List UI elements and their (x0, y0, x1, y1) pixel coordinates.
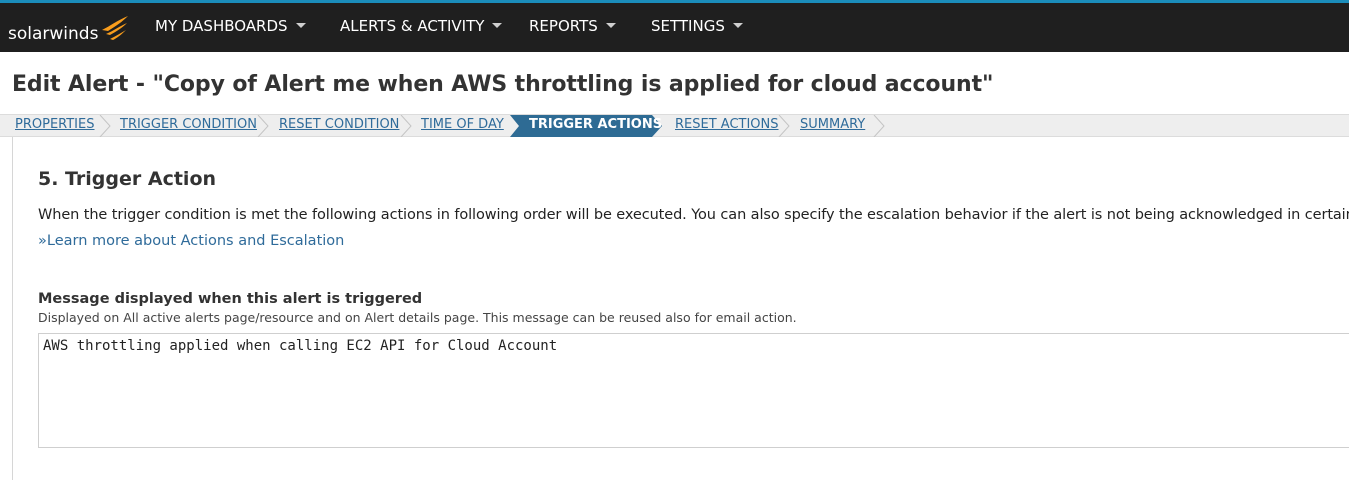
step-separator-icon (99, 115, 111, 137)
step-reset-actions[interactable]: RESET ACTIONS (675, 117, 779, 132)
step-trigger-condition[interactable]: TRIGGER CONDITION (120, 117, 257, 132)
nav-alerts-activity[interactable]: ALERTS & ACTIVITY (340, 17, 503, 35)
solarwinds-bird-icon (102, 16, 128, 40)
step-summary[interactable]: SUMMARY (800, 117, 865, 132)
nav-label: REPORTS (529, 17, 598, 35)
step-reset-condition[interactable]: RESET CONDITION (279, 117, 399, 132)
caret-down-icon (492, 23, 503, 28)
step-separator-icon (873, 115, 885, 137)
step-trigger-actions[interactable]: TRIGGER ACTIONS (510, 115, 664, 137)
step-separator-icon (778, 115, 790, 137)
step-separator-icon (400, 115, 412, 137)
nav-label: MY DASHBOARDS (155, 17, 288, 35)
caret-down-icon (295, 23, 306, 28)
top-nav-bar: solarwinds MY DASHBOARDS ALERTS & ACTIVI… (0, 0, 1349, 52)
caret-down-icon (605, 23, 616, 28)
brand-name: solarwinds (8, 24, 99, 44)
section-title: 5. Trigger Action (38, 168, 217, 190)
nav-label: SETTINGS (651, 17, 725, 35)
message-label: Message displayed when this alert is tri… (38, 291, 423, 307)
wizard-steps: PROPERTIES TRIGGER CONDITION RESET CONDI… (0, 114, 1349, 137)
nav-label: ALERTS & ACTIVITY (340, 17, 485, 35)
nav-my-dashboards[interactable]: MY DASHBOARDS (155, 17, 306, 35)
step-properties[interactable]: PROPERTIES (15, 117, 95, 132)
learn-more-link[interactable]: »Learn more about Actions and Escalation (38, 233, 344, 249)
step-time-of-day[interactable]: TIME OF DAY (421, 117, 504, 132)
message-textarea[interactable]: AWS throttling applied when calling EC2 … (38, 333, 1349, 448)
section-description: When the trigger condition is met the fo… (38, 207, 1349, 223)
active-step-label: TRIGGER ACTIONS (529, 117, 663, 132)
caret-down-icon (732, 23, 743, 28)
nav-settings[interactable]: SETTINGS (651, 17, 743, 35)
message-help-text: Displayed on All active alerts page/reso… (38, 310, 797, 325)
nav-reports[interactable]: REPORTS (529, 17, 616, 35)
page-title: Edit Alert - "Copy of Alert me when AWS … (12, 72, 994, 97)
step-separator-icon (257, 115, 269, 137)
